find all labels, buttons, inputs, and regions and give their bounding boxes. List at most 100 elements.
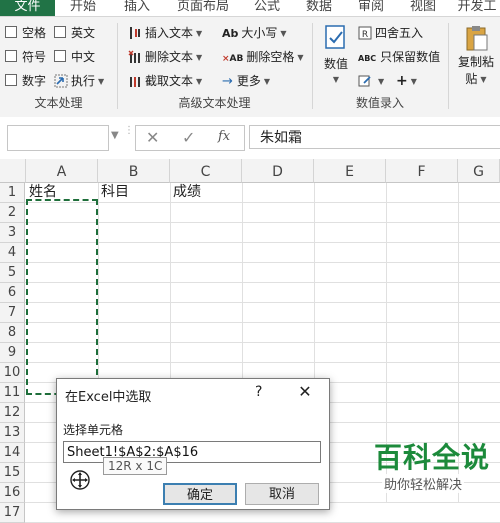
row-header[interactable]: 8 (0, 323, 25, 343)
cancel-button[interactable]: 取消 (245, 483, 319, 505)
row-header[interactable]: 11 (0, 383, 25, 403)
checkbox-number[interactable]: 数字 (5, 72, 46, 90)
delete-space-button[interactable]: ×AB 删除空格 ▼ (222, 48, 304, 66)
watermark-logo-text: 百科全说 (374, 441, 491, 474)
checkbox-english[interactable]: 英文 (54, 24, 95, 42)
checkbox-space[interactable]: 空格 (5, 24, 46, 42)
round-button[interactable]: R 四舍五入 (358, 24, 423, 42)
arrow-right-icon: → (222, 74, 233, 89)
delete-text-button[interactable]: 删除文本 ▼ (128, 48, 202, 66)
selection-size-tooltip: 12R x 1C (103, 457, 168, 475)
close-icon: ✕ (298, 382, 312, 401)
row-header[interactable]: 2 (0, 203, 25, 223)
extract-text-button[interactable]: 截取文本 ▼ (128, 72, 202, 90)
numeric-value-button[interactable]: 数值 ▼ (318, 23, 354, 84)
cell-c1[interactable]: 成绩 (170, 182, 201, 202)
column-header-e[interactable]: E (314, 159, 386, 183)
range-input[interactable]: Sheet1!$A$2:$A$16 (63, 441, 321, 463)
row-header[interactable]: 6 (0, 283, 25, 303)
chevron-down-icon: ▼ (98, 77, 105, 86)
row-header[interactable]: 9 (0, 343, 25, 363)
tab-file[interactable]: 文件 (0, 0, 55, 16)
column-header-f[interactable]: F (386, 159, 458, 183)
formula-bar: ▼ ⋮ ✕ ✓ fx 朱如霜 (0, 117, 500, 160)
tab-home[interactable]: 开始 (62, 0, 104, 16)
watermark-slogan: 助你轻松解决 (382, 474, 465, 493)
keep-values-label: 只保留数值 (380, 50, 441, 64)
extract-text-icon (128, 74, 142, 88)
row-header[interactable]: 7 (0, 303, 25, 323)
tab-formulas[interactable]: 公式 (246, 0, 288, 16)
close-button[interactable]: ✕ (295, 382, 315, 402)
tab-page-layout[interactable]: 页面布局 (170, 0, 236, 16)
extract-text-label: 截取文本 (145, 74, 194, 88)
checkbox-icon (54, 26, 66, 38)
drag-handle-icon[interactable]: ⋮ (124, 126, 134, 136)
row-header[interactable]: 17 (0, 503, 25, 523)
select-range-dialog: 在Excel中选取 ? ✕ 选择单元格 Sheet1!$A$2:$A$16 12… (56, 378, 330, 510)
insert-text-button[interactable]: 插入文本 ▼ (128, 24, 202, 42)
checkbox-symbol[interactable]: 符号 (5, 48, 46, 66)
fx-button[interactable]: fx (218, 129, 230, 144)
chevron-down-icon[interactable]: ▼ (111, 130, 119, 141)
ribbon: 空格 英文 符号 中文 数字 执行 ▼ 文本处理 插入文本 ▼ Ab 大小写 ▼ 删除文… (0, 16, 500, 118)
checkbox-chinese[interactable]: 中文 (54, 48, 95, 66)
tab-view[interactable]: 视图 (402, 0, 444, 16)
delete-text-label: 删除文本 (145, 50, 194, 64)
more-button[interactable]: → 更多 ▼ (222, 72, 270, 90)
keep-values-button[interactable]: ABC 只保留数值 (358, 48, 440, 66)
checkbox-icon (54, 50, 66, 62)
name-box[interactable] (7, 125, 109, 151)
round-icon: R (358, 26, 372, 40)
group-label-numeric-entry: 数值录入 (355, 96, 404, 110)
row-header[interactable]: 13 (0, 423, 25, 443)
dialog-title: 在Excel中选取 (65, 390, 152, 405)
chevron-down-icon: ▼ (196, 29, 203, 38)
row-header[interactable]: 5 (0, 263, 25, 283)
tab-insert[interactable]: 插入 (116, 0, 158, 16)
add-dropdown-button[interactable]: + ▼ (396, 72, 417, 90)
execute-label: 执行 (71, 74, 96, 88)
column-header-c[interactable]: C (170, 159, 242, 183)
edit-dropdown-button[interactable]: ▼ (358, 72, 384, 90)
checkbox-icon (5, 26, 17, 38)
copy-paste-label-2-text: 贴 (465, 72, 478, 86)
case-button[interactable]: Ab 大小写 ▼ (222, 24, 287, 42)
row-header[interactable]: 10 (0, 363, 25, 383)
check-icon[interactable]: ✓ (182, 128, 195, 147)
numeric-value-icon (322, 23, 350, 51)
execute-button[interactable]: 执行 ▼ (54, 72, 104, 90)
copy-paste-button[interactable]: 复制粘 贴 ▼ (452, 23, 500, 93)
chevron-down-icon: ▼ (196, 53, 203, 62)
row-header[interactable]: 14 (0, 443, 25, 463)
tab-developer[interactable]: 开发工 (454, 0, 500, 16)
column-header-g[interactable]: G (458, 159, 500, 183)
select-all-corner[interactable] (0, 159, 26, 183)
cancel-icon[interactable]: ✕ (146, 128, 159, 147)
delete-text-icon (128, 50, 142, 64)
group-label-text-processing: 文本处理 (34, 96, 83, 110)
tab-review[interactable]: 审阅 (350, 0, 392, 16)
case-icon: Ab (222, 27, 239, 40)
cell-b1[interactable]: 科目 (98, 182, 129, 202)
row-header[interactable]: 12 (0, 403, 25, 423)
column-header-d[interactable]: D (242, 159, 314, 183)
row-header[interactable]: 3 (0, 223, 25, 243)
formula-input[interactable]: 朱如霜 (249, 125, 500, 149)
row-header[interactable]: 4 (0, 243, 25, 263)
group-divider (448, 23, 449, 109)
more-label: 更多 (236, 74, 261, 88)
round-label: 四舍五入 (375, 26, 424, 40)
column-header-a[interactable]: A (26, 159, 98, 183)
delete-space-icon: ×AB (222, 54, 244, 64)
numeric-value-label: 数值 (323, 57, 348, 71)
ok-button[interactable]: 确定 (163, 483, 237, 505)
case-label: 大小写 (241, 26, 278, 40)
row-header[interactable]: 15 (0, 463, 25, 483)
tab-data[interactable]: 数据 (298, 0, 340, 16)
column-header-b[interactable]: B (98, 159, 170, 183)
row-header[interactable]: 16 (0, 483, 25, 503)
delete-space-label: 删除空格 (246, 50, 295, 64)
row-header[interactable]: 1 (0, 183, 25, 203)
help-button[interactable]: ? (255, 384, 262, 400)
